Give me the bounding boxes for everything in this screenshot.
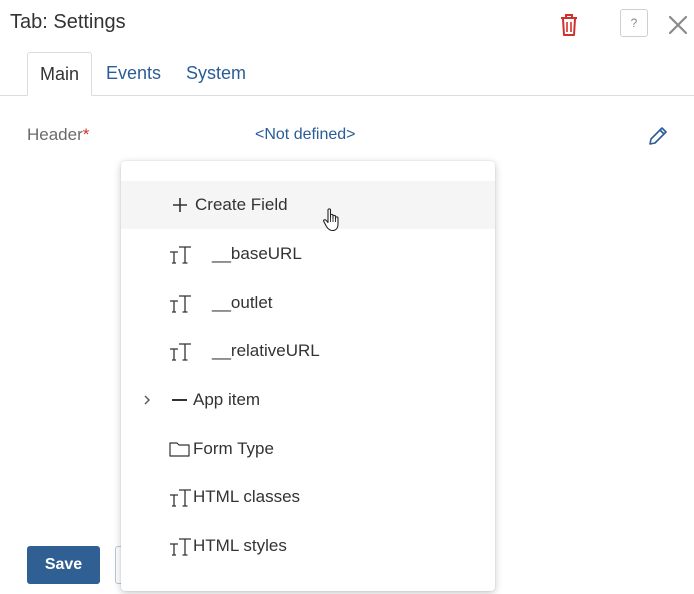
edit-header-button[interactable]: [646, 124, 670, 148]
required-mark: *: [82, 125, 90, 144]
menu-item-label: HTML styles: [193, 536, 287, 555]
menu-item-create-field[interactable]: Create Field: [121, 181, 495, 229]
dash-icon: [172, 399, 187, 401]
folder-icon: [169, 442, 190, 457]
pencil-icon: [649, 127, 667, 145]
header-label-text: Header: [27, 125, 83, 144]
menu-item-label: __baseURL: [212, 244, 302, 263]
help-button[interactable]: ?: [620, 9, 648, 37]
close-icon: [668, 15, 688, 35]
menu-item-label: Create Field: [195, 195, 288, 214]
question-icon: ?: [630, 16, 638, 30]
trash-icon: [561, 14, 577, 36]
chevron-right-icon[interactable]: [141, 393, 153, 407]
text-type-icon: [170, 343, 191, 361]
menu-item-label: Form Type: [193, 439, 274, 458]
text-type-icon: [170, 538, 191, 556]
text-type-icon: [170, 246, 191, 264]
plus-icon: [173, 198, 187, 212]
menu-item-outlet[interactable]: __outlet: [121, 279, 495, 327]
menu-item-label: __relativeURL: [212, 341, 320, 360]
menu-item-relativeurl[interactable]: __relativeURL: [121, 327, 495, 375]
text-type-icon: [170, 295, 191, 313]
tab-events[interactable]: Events: [94, 52, 173, 95]
menu-item-label: App item: [193, 390, 261, 409]
menu-item-baseurl[interactable]: __baseURL: [121, 230, 495, 278]
header-field-label: Header*: [27, 125, 89, 145]
field-dropdown-menu: Create Field __baseURL __outlet __relati…: [121, 161, 495, 591]
menu-item-form-type[interactable]: Form Type: [121, 425, 495, 473]
save-button[interactable]: Save: [27, 546, 100, 584]
delete-button[interactable]: [556, 11, 582, 39]
header-field-value[interactable]: <Not defined>: [255, 126, 356, 144]
text-type-icon: [170, 489, 191, 507]
hand-cursor-icon: [323, 208, 339, 232]
page-title: Tab: Settings: [10, 11, 126, 33]
menu-item-app-item[interactable]: App item: [121, 376, 495, 424]
menu-item-html-styles[interactable]: HTML styles: [121, 522, 495, 570]
menu-item-html-classes[interactable]: HTML classes: [121, 473, 495, 521]
close-button[interactable]: [666, 13, 690, 37]
tab-main[interactable]: Main: [27, 52, 92, 96]
tab-bar: Main Events System: [0, 52, 694, 96]
menu-item-label: HTML classes: [193, 487, 301, 506]
menu-item-label: __outlet: [212, 293, 273, 312]
tab-system[interactable]: System: [174, 52, 258, 95]
